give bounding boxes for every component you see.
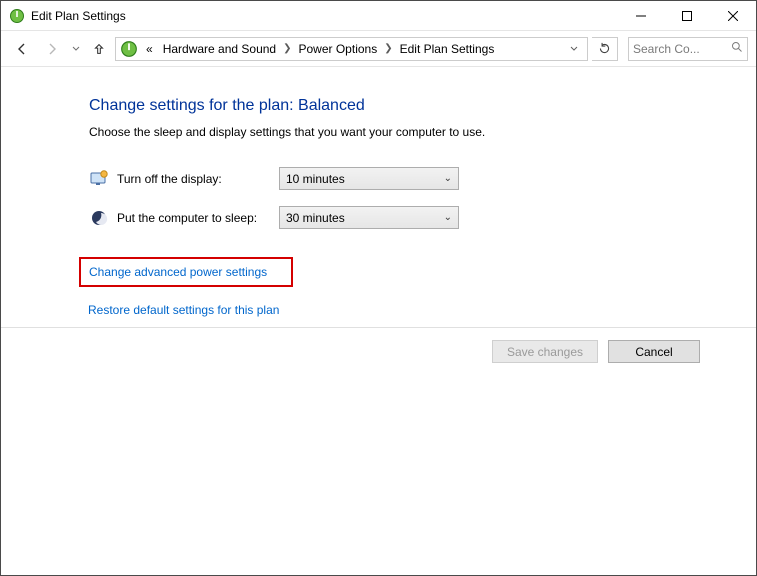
display-timeout-value: 10 minutes: [286, 172, 345, 186]
forward-button[interactable]: [39, 36, 65, 62]
chevron-right-icon[interactable]: ❯: [383, 43, 393, 54]
search-placeholder: Search Co...: [633, 42, 731, 56]
window-controls: [618, 1, 756, 30]
address-dropdown-button[interactable]: [563, 38, 585, 60]
power-options-icon: [120, 40, 138, 58]
restore-defaults-link[interactable]: Restore default settings for this plan: [88, 303, 279, 317]
cancel-button[interactable]: Cancel: [608, 340, 700, 363]
display-icon: [89, 169, 109, 189]
save-button: Save changes: [492, 340, 598, 363]
breadcrumb-item[interactable]: Power Options: [295, 38, 382, 60]
chevron-down-icon: ⌄: [444, 173, 452, 184]
display-label: Turn off the display:: [117, 172, 279, 186]
search-input[interactable]: Search Co...: [628, 37, 748, 61]
refresh-button[interactable]: [592, 37, 618, 61]
setting-row-sleep: Put the computer to sleep: 30 minutes ⌄: [89, 206, 756, 229]
minimize-button[interactable]: [618, 1, 664, 31]
navbar: « Hardware and Sound ❯ Power Options ❯ E…: [1, 31, 756, 67]
page-subtext: Choose the sleep and display settings th…: [89, 125, 756, 139]
content-area: Change settings for the plan: Balanced C…: [1, 67, 756, 317]
recent-locations-button[interactable]: [69, 36, 83, 62]
back-button[interactable]: [9, 36, 35, 62]
window-title: Edit Plan Settings: [31, 9, 126, 23]
sleep-timeout-select[interactable]: 30 minutes ⌄: [279, 206, 459, 229]
page-heading: Change settings for the plan: Balanced: [89, 97, 756, 115]
chevron-down-icon: ⌄: [444, 212, 452, 223]
sleep-label: Put the computer to sleep:: [117, 211, 279, 225]
power-options-icon: [9, 8, 25, 24]
address-bar[interactable]: « Hardware and Sound ❯ Power Options ❯ E…: [115, 37, 588, 61]
search-icon: [731, 41, 743, 56]
close-button[interactable]: [710, 1, 756, 31]
sleep-icon: [89, 208, 109, 228]
display-timeout-select[interactable]: 10 minutes ⌄: [279, 167, 459, 190]
up-button[interactable]: [87, 36, 111, 62]
footer: Save changes Cancel: [1, 327, 756, 375]
links-section: Change advanced power settings Restore d…: [89, 257, 756, 317]
breadcrumb-prefix[interactable]: «: [142, 38, 157, 60]
breadcrumb-item[interactable]: Edit Plan Settings: [396, 38, 499, 60]
maximize-button[interactable]: [664, 1, 710, 31]
sleep-timeout-value: 30 minutes: [286, 211, 345, 225]
breadcrumb-item[interactable]: Hardware and Sound: [159, 38, 280, 60]
titlebar: Edit Plan Settings: [1, 1, 756, 31]
chevron-right-icon[interactable]: ❯: [282, 43, 292, 54]
setting-row-display: Turn off the display: 10 minutes ⌄: [89, 167, 756, 190]
advanced-power-settings-link[interactable]: Change advanced power settings: [79, 257, 293, 287]
